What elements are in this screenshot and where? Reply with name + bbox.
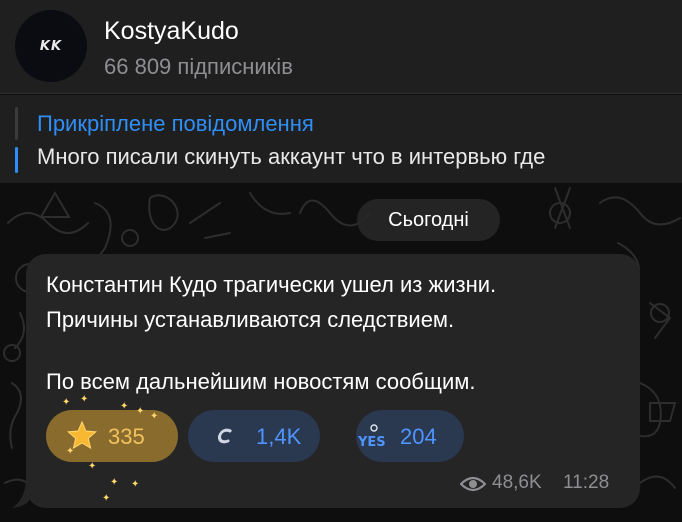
reaction-c[interactable]: 1,4K (188, 410, 320, 462)
view-count: 48,6K (492, 472, 542, 493)
c-sticker-icon (217, 428, 232, 444)
subscriber-count: 66 809 підписників (104, 54, 293, 79)
yes-icon: YES (357, 424, 386, 450)
sparkle-icon: ✦ (131, 479, 140, 490)
sparkle-icon: ✦ (62, 397, 71, 408)
sparkle-icon: ✦ (66, 446, 75, 457)
sparkle-icon: ✦ (150, 411, 159, 422)
sparkle-icon: ✦ (136, 406, 145, 417)
message-text-line-1: Константин Кудо трагически ушел из жизни… (46, 272, 497, 297)
sparkle-icon: ✦ (110, 477, 119, 488)
date-separator: Сьогодні (357, 199, 500, 241)
chat-header: KK KostyaKudo 66 809 підписників (0, 0, 682, 94)
channel-avatar[interactable]: KK (15, 10, 87, 82)
reaction-star-count: 335 (108, 424, 145, 449)
eye-icon (460, 476, 486, 492)
message-text-line-3: По всем дальнейшим новостям сообщим. (46, 369, 476, 394)
pinned-message-bar[interactable]: Прикріплене повідомлення Много писали ск… (0, 95, 682, 183)
message-time: 11:28 (563, 472, 610, 493)
channel-title[interactable]: KostyaKudo (104, 17, 239, 46)
reaction-yes-count: 204 (400, 424, 437, 449)
sparkle-icon: ✦ (120, 401, 129, 412)
reaction-yes[interactable]: YES 204 (356, 410, 464, 462)
message-text-line-2: Причины устанавливаются следствием. (46, 307, 455, 332)
svg-text:YES: YES (357, 435, 386, 450)
pin-indicator-inactive (15, 107, 18, 140)
sparkle-icon: ✦ (88, 461, 97, 472)
avatar-logo-text: KK (39, 38, 63, 54)
pinned-preview: Много писали скинуть аккаунт что в интер… (37, 144, 546, 169)
pin-indicator-active (15, 147, 18, 173)
reaction-c-count: 1,4K (256, 424, 302, 449)
sparkle-icon: ✦ (102, 493, 111, 504)
sparkle-icon: ✦ (80, 394, 89, 405)
pinned-label: Прикріплене повідомлення (37, 111, 314, 136)
